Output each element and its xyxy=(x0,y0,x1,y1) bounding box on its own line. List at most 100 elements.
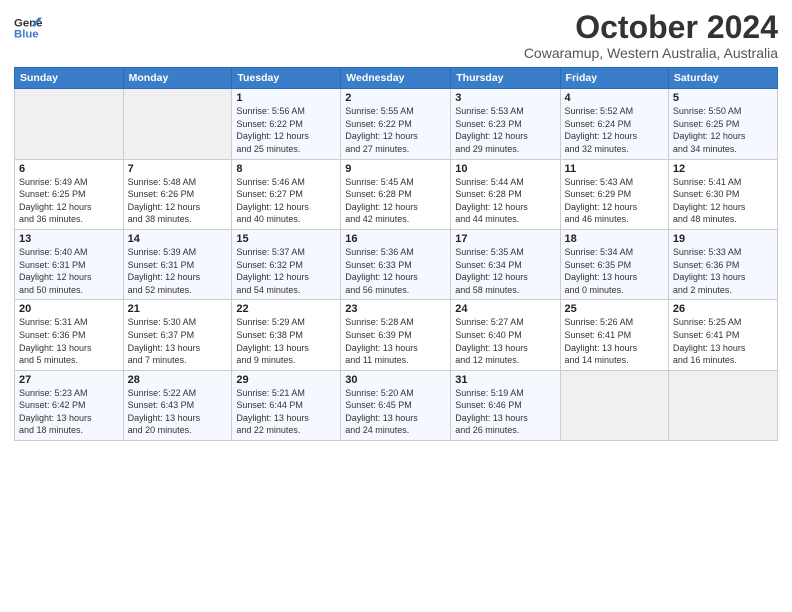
calendar-week-5: 27Sunrise: 5:23 AM Sunset: 6:42 PM Dayli… xyxy=(15,370,778,440)
day-number: 14 xyxy=(128,233,228,245)
day-info: Sunrise: 5:28 AM Sunset: 6:39 PM Dayligh… xyxy=(345,316,446,366)
calendar-cell: 28Sunrise: 5:22 AM Sunset: 6:43 PM Dayli… xyxy=(123,370,232,440)
day-number: 28 xyxy=(128,374,228,386)
header: General Blue October 2024 Cowaramup, Wes… xyxy=(14,10,778,61)
calendar-cell: 6Sunrise: 5:49 AM Sunset: 6:25 PM Daylig… xyxy=(15,159,124,229)
calendar-cell: 25Sunrise: 5:26 AM Sunset: 6:41 PM Dayli… xyxy=(560,300,668,370)
calendar-week-3: 13Sunrise: 5:40 AM Sunset: 6:31 PM Dayli… xyxy=(15,229,778,299)
calendar-cell: 12Sunrise: 5:41 AM Sunset: 6:30 PM Dayli… xyxy=(668,159,777,229)
day-info: Sunrise: 5:21 AM Sunset: 6:44 PM Dayligh… xyxy=(236,387,336,437)
day-info: Sunrise: 5:53 AM Sunset: 6:23 PM Dayligh… xyxy=(455,105,555,155)
day-info: Sunrise: 5:27 AM Sunset: 6:40 PM Dayligh… xyxy=(455,316,555,366)
day-number: 26 xyxy=(673,303,773,315)
weekday-header-monday: Monday xyxy=(123,68,232,89)
day-info: Sunrise: 5:23 AM Sunset: 6:42 PM Dayligh… xyxy=(19,387,119,437)
calendar: SundayMondayTuesdayWednesdayThursdayFrid… xyxy=(14,67,778,441)
logo-icon: General Blue xyxy=(14,14,42,42)
calendar-cell: 29Sunrise: 5:21 AM Sunset: 6:44 PM Dayli… xyxy=(232,370,341,440)
day-number: 19 xyxy=(673,233,773,245)
calendar-cell: 19Sunrise: 5:33 AM Sunset: 6:36 PM Dayli… xyxy=(668,229,777,299)
day-info: Sunrise: 5:55 AM Sunset: 6:22 PM Dayligh… xyxy=(345,105,446,155)
day-number: 23 xyxy=(345,303,446,315)
day-number: 11 xyxy=(565,163,664,175)
day-info: Sunrise: 5:20 AM Sunset: 6:45 PM Dayligh… xyxy=(345,387,446,437)
day-number: 30 xyxy=(345,374,446,386)
calendar-cell xyxy=(668,370,777,440)
day-info: Sunrise: 5:19 AM Sunset: 6:46 PM Dayligh… xyxy=(455,387,555,437)
day-info: Sunrise: 5:44 AM Sunset: 6:28 PM Dayligh… xyxy=(455,176,555,226)
calendar-cell: 7Sunrise: 5:48 AM Sunset: 6:26 PM Daylig… xyxy=(123,159,232,229)
page: General Blue October 2024 Cowaramup, Wes… xyxy=(0,0,792,612)
weekday-header-wednesday: Wednesday xyxy=(341,68,451,89)
title-block: October 2024 Cowaramup, Western Australi… xyxy=(524,10,778,61)
calendar-cell: 20Sunrise: 5:31 AM Sunset: 6:36 PM Dayli… xyxy=(15,300,124,370)
calendar-cell: 24Sunrise: 5:27 AM Sunset: 6:40 PM Dayli… xyxy=(451,300,560,370)
day-number: 16 xyxy=(345,233,446,245)
calendar-cell: 15Sunrise: 5:37 AM Sunset: 6:32 PM Dayli… xyxy=(232,229,341,299)
day-number: 22 xyxy=(236,303,336,315)
calendar-week-2: 6Sunrise: 5:49 AM Sunset: 6:25 PM Daylig… xyxy=(15,159,778,229)
weekday-header-saturday: Saturday xyxy=(668,68,777,89)
day-info: Sunrise: 5:30 AM Sunset: 6:37 PM Dayligh… xyxy=(128,316,228,366)
day-info: Sunrise: 5:46 AM Sunset: 6:27 PM Dayligh… xyxy=(236,176,336,226)
calendar-cell: 18Sunrise: 5:34 AM Sunset: 6:35 PM Dayli… xyxy=(560,229,668,299)
day-info: Sunrise: 5:56 AM Sunset: 6:22 PM Dayligh… xyxy=(236,105,336,155)
weekday-header-sunday: Sunday xyxy=(15,68,124,89)
day-info: Sunrise: 5:29 AM Sunset: 6:38 PM Dayligh… xyxy=(236,316,336,366)
day-info: Sunrise: 5:48 AM Sunset: 6:26 PM Dayligh… xyxy=(128,176,228,226)
day-info: Sunrise: 5:52 AM Sunset: 6:24 PM Dayligh… xyxy=(565,105,664,155)
calendar-body: 1Sunrise: 5:56 AM Sunset: 6:22 PM Daylig… xyxy=(15,89,778,441)
day-number: 5 xyxy=(673,92,773,104)
calendar-week-4: 20Sunrise: 5:31 AM Sunset: 6:36 PM Dayli… xyxy=(15,300,778,370)
calendar-cell: 22Sunrise: 5:29 AM Sunset: 6:38 PM Dayli… xyxy=(232,300,341,370)
calendar-header-row: SundayMondayTuesdayWednesdayThursdayFrid… xyxy=(15,68,778,89)
calendar-cell: 21Sunrise: 5:30 AM Sunset: 6:37 PM Dayli… xyxy=(123,300,232,370)
calendar-cell xyxy=(15,89,124,159)
svg-text:Blue: Blue xyxy=(14,29,39,41)
day-info: Sunrise: 5:49 AM Sunset: 6:25 PM Dayligh… xyxy=(19,176,119,226)
calendar-cell: 5Sunrise: 5:50 AM Sunset: 6:25 PM Daylig… xyxy=(668,89,777,159)
day-number: 13 xyxy=(19,233,119,245)
day-number: 18 xyxy=(565,233,664,245)
calendar-cell xyxy=(123,89,232,159)
day-number: 1 xyxy=(236,92,336,104)
day-number: 2 xyxy=(345,92,446,104)
day-number: 24 xyxy=(455,303,555,315)
calendar-cell: 26Sunrise: 5:25 AM Sunset: 6:41 PM Dayli… xyxy=(668,300,777,370)
calendar-cell: 23Sunrise: 5:28 AM Sunset: 6:39 PM Dayli… xyxy=(341,300,451,370)
day-info: Sunrise: 5:31 AM Sunset: 6:36 PM Dayligh… xyxy=(19,316,119,366)
calendar-cell: 13Sunrise: 5:40 AM Sunset: 6:31 PM Dayli… xyxy=(15,229,124,299)
day-number: 9 xyxy=(345,163,446,175)
calendar-cell: 31Sunrise: 5:19 AM Sunset: 6:46 PM Dayli… xyxy=(451,370,560,440)
day-number: 8 xyxy=(236,163,336,175)
calendar-cell: 14Sunrise: 5:39 AM Sunset: 6:31 PM Dayli… xyxy=(123,229,232,299)
day-info: Sunrise: 5:22 AM Sunset: 6:43 PM Dayligh… xyxy=(128,387,228,437)
calendar-cell: 11Sunrise: 5:43 AM Sunset: 6:29 PM Dayli… xyxy=(560,159,668,229)
calendar-cell: 17Sunrise: 5:35 AM Sunset: 6:34 PM Dayli… xyxy=(451,229,560,299)
month-title: October 2024 xyxy=(524,10,778,45)
day-number: 31 xyxy=(455,374,555,386)
weekday-header-friday: Friday xyxy=(560,68,668,89)
calendar-cell: 4Sunrise: 5:52 AM Sunset: 6:24 PM Daylig… xyxy=(560,89,668,159)
calendar-cell: 16Sunrise: 5:36 AM Sunset: 6:33 PM Dayli… xyxy=(341,229,451,299)
day-info: Sunrise: 5:34 AM Sunset: 6:35 PM Dayligh… xyxy=(565,246,664,296)
calendar-cell xyxy=(560,370,668,440)
calendar-cell: 1Sunrise: 5:56 AM Sunset: 6:22 PM Daylig… xyxy=(232,89,341,159)
day-number: 15 xyxy=(236,233,336,245)
weekday-header-tuesday: Tuesday xyxy=(232,68,341,89)
location: Cowaramup, Western Australia, Australia xyxy=(524,45,778,61)
day-info: Sunrise: 5:36 AM Sunset: 6:33 PM Dayligh… xyxy=(345,246,446,296)
day-number: 3 xyxy=(455,92,555,104)
day-number: 17 xyxy=(455,233,555,245)
day-info: Sunrise: 5:33 AM Sunset: 6:36 PM Dayligh… xyxy=(673,246,773,296)
day-number: 20 xyxy=(19,303,119,315)
day-info: Sunrise: 5:26 AM Sunset: 6:41 PM Dayligh… xyxy=(565,316,664,366)
day-number: 6 xyxy=(19,163,119,175)
logo: General Blue xyxy=(14,14,42,42)
day-info: Sunrise: 5:35 AM Sunset: 6:34 PM Dayligh… xyxy=(455,246,555,296)
day-number: 27 xyxy=(19,374,119,386)
calendar-cell: 27Sunrise: 5:23 AM Sunset: 6:42 PM Dayli… xyxy=(15,370,124,440)
day-number: 4 xyxy=(565,92,664,104)
day-number: 7 xyxy=(128,163,228,175)
day-info: Sunrise: 5:25 AM Sunset: 6:41 PM Dayligh… xyxy=(673,316,773,366)
